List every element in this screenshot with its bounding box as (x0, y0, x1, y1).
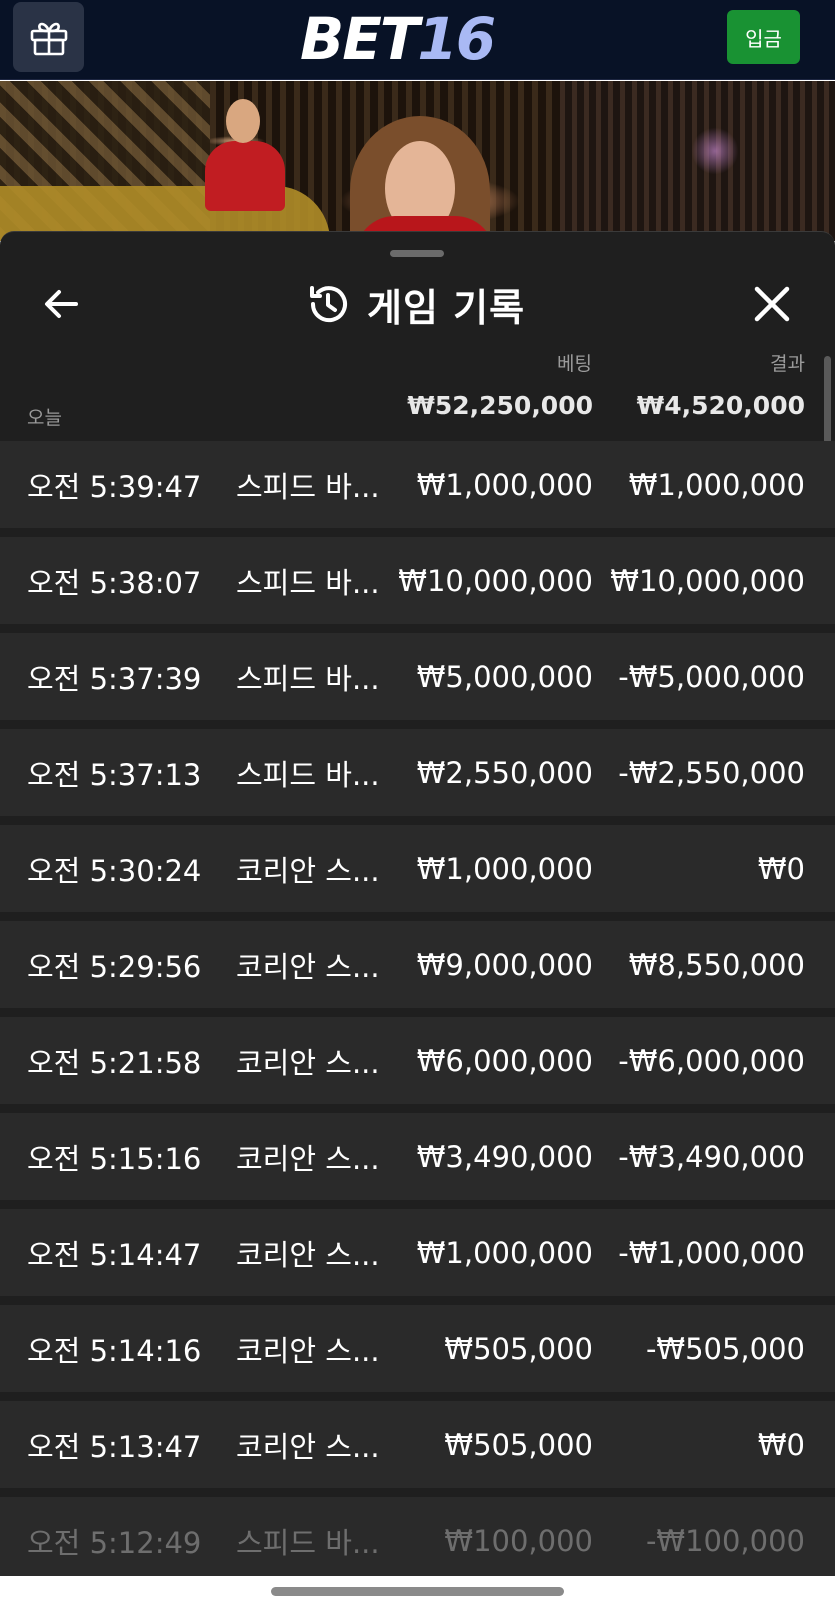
row-time: 오전 5:37:13 (27, 757, 202, 792)
row-result: ₩0 (757, 851, 805, 886)
history-row[interactable]: 오전 5:29:56 코리안 스... ₩9,000,000 ₩8,550,00… (0, 921, 835, 1008)
row-bet: ₩1,000,000 (416, 851, 593, 886)
row-result: -₩6,000,000 (618, 1043, 805, 1078)
close-button[interactable] (750, 282, 794, 326)
arrow-left-icon (45, 290, 78, 318)
row-game: 스피드 바... (236, 1525, 380, 1560)
row-game: 스피드 바... (236, 469, 380, 504)
row-game: 코리안 스... (236, 1333, 380, 1368)
row-time: 오전 5:14:47 (27, 1237, 202, 1272)
row-time: 오전 5:37:39 (27, 661, 202, 696)
drag-handle[interactable] (390, 250, 444, 257)
row-game: 코리안 스... (236, 1237, 380, 1272)
history-row[interactable]: 오전 5:37:39 스피드 바... ₩5,000,000 -₩5,000,0… (0, 633, 835, 720)
row-result: -₩505,000 (645, 1331, 805, 1366)
row-bet: ₩10,000,000 (398, 563, 593, 598)
row-game: 코리안 스... (236, 949, 380, 984)
result-total: ₩4,520,000 (636, 391, 805, 420)
row-bet: ₩5,000,000 (416, 659, 593, 694)
row-time: 오전 5:29:56 (27, 949, 202, 984)
history-row[interactable]: 오전 5:37:13 스피드 바... ₩2,550,000 -₩2,550,0… (0, 729, 835, 816)
deposit-button[interactable]: 입금 (727, 10, 800, 64)
row-result: ₩10,000,000 (610, 563, 805, 598)
row-game: 코리안 스... (236, 1429, 380, 1464)
row-game: 스피드 바... (236, 565, 380, 600)
panel-header: 게임 기록 (305, 276, 525, 332)
row-result: -₩5,000,000 (618, 659, 805, 694)
row-result: -₩100,000 (645, 1523, 805, 1558)
history-list: 오전 5:39:47 스피드 바... ₩1,000,000 ₩1,000,00… (0, 441, 835, 1576)
history-row[interactable]: 오전 5:21:58 코리안 스... ₩6,000,000 -₩6,000,0… (0, 1017, 835, 1104)
row-time: 오전 5:12:49 (27, 1525, 202, 1560)
row-time: 오전 5:13:47 (27, 1429, 202, 1464)
history-icon (310, 286, 347, 323)
close-icon (754, 286, 790, 322)
row-time: 오전 5:21:58 (27, 1045, 202, 1080)
row-bet: ₩100,000 (444, 1523, 593, 1558)
brand-logo[interactable]: BET 16 (300, 2, 496, 76)
row-game: 코리안 스... (236, 1141, 380, 1176)
history-row[interactable]: 오전 5:13:47 코리안 스... ₩505,000 ₩0 (0, 1401, 835, 1488)
row-game: 스피드 바... (236, 661, 380, 696)
bet-column-header: 베팅 (557, 353, 592, 375)
row-bet: ₩9,000,000 (416, 947, 593, 982)
game-history-panel: 게임 기록 베팅 결과 오늘 ₩52,250,000 ₩4,520,000 오전… (0, 231, 835, 1576)
history-row[interactable]: 오전 5:30:24 코리안 스... ₩1,000,000 ₩0 (0, 825, 835, 912)
row-game: 스피드 바... (236, 757, 380, 792)
row-bet: ₩1,000,000 (416, 467, 593, 502)
row-result: ₩8,550,000 (628, 947, 805, 982)
row-bet: ₩2,550,000 (416, 755, 593, 790)
row-result: -₩3,490,000 (618, 1139, 805, 1174)
result-column-header: 결과 (770, 353, 805, 375)
row-result: -₩1,000,000 (618, 1235, 805, 1270)
row-result: -₩2,550,000 (618, 755, 805, 790)
row-bet: ₩505,000 (444, 1427, 593, 1462)
gift-icon (30, 22, 67, 56)
history-row[interactable]: 오전 5:39:47 스피드 바... ₩1,000,000 ₩1,000,00… (0, 441, 835, 528)
row-game: 코리안 스... (236, 853, 380, 888)
video-dealer-secondary-body (205, 141, 285, 211)
row-bet: ₩6,000,000 (416, 1043, 593, 1078)
row-result: ₩0 (757, 1427, 805, 1462)
video-light (690, 121, 740, 181)
logo-text-accent: 16 (417, 5, 496, 73)
history-row[interactable]: 오전 5:12:49 스피드 바... ₩100,000 -₩100,000 (0, 1497, 835, 1576)
row-result: ₩1,000,000 (628, 467, 805, 502)
row-time: 오전 5:38:07 (27, 565, 202, 600)
row-time: 오전 5:30:24 (27, 853, 202, 888)
gift-button[interactable] (13, 2, 84, 72)
back-button[interactable] (40, 282, 84, 326)
logo-text-primary: BET (300, 5, 419, 73)
history-row[interactable]: 오전 5:14:16 코리안 스... ₩505,000 -₩505,000 (0, 1305, 835, 1392)
history-row[interactable]: 오전 5:38:07 스피드 바... ₩10,000,000 ₩10,000,… (0, 537, 835, 624)
bet-total: ₩52,250,000 (407, 391, 593, 420)
row-game: 코리안 스... (236, 1045, 380, 1080)
top-bar: BET 16 입금 (0, 0, 835, 80)
live-video-feed[interactable] (0, 81, 835, 241)
history-row[interactable]: 오전 5:15:16 코리안 스... ₩3,490,000 -₩3,490,0… (0, 1113, 835, 1200)
home-indicator[interactable] (271, 1587, 564, 1596)
history-row[interactable]: 오전 5:14:47 코리안 스... ₩1,000,000 -₩1,000,0… (0, 1209, 835, 1296)
panel-title: 게임 기록 (367, 285, 526, 330)
scrollbar-thumb[interactable] (824, 356, 831, 444)
row-bet: ₩1,000,000 (416, 1235, 593, 1270)
video-dealer-secondary-head (226, 99, 260, 143)
row-time: 오전 5:14:16 (27, 1333, 202, 1368)
row-time: 오전 5:15:16 (27, 1141, 202, 1176)
date-group-label: 오늘 (27, 407, 62, 429)
row-bet: ₩505,000 (444, 1331, 593, 1366)
row-time: 오전 5:39:47 (27, 469, 202, 504)
row-bet: ₩3,490,000 (416, 1139, 593, 1174)
